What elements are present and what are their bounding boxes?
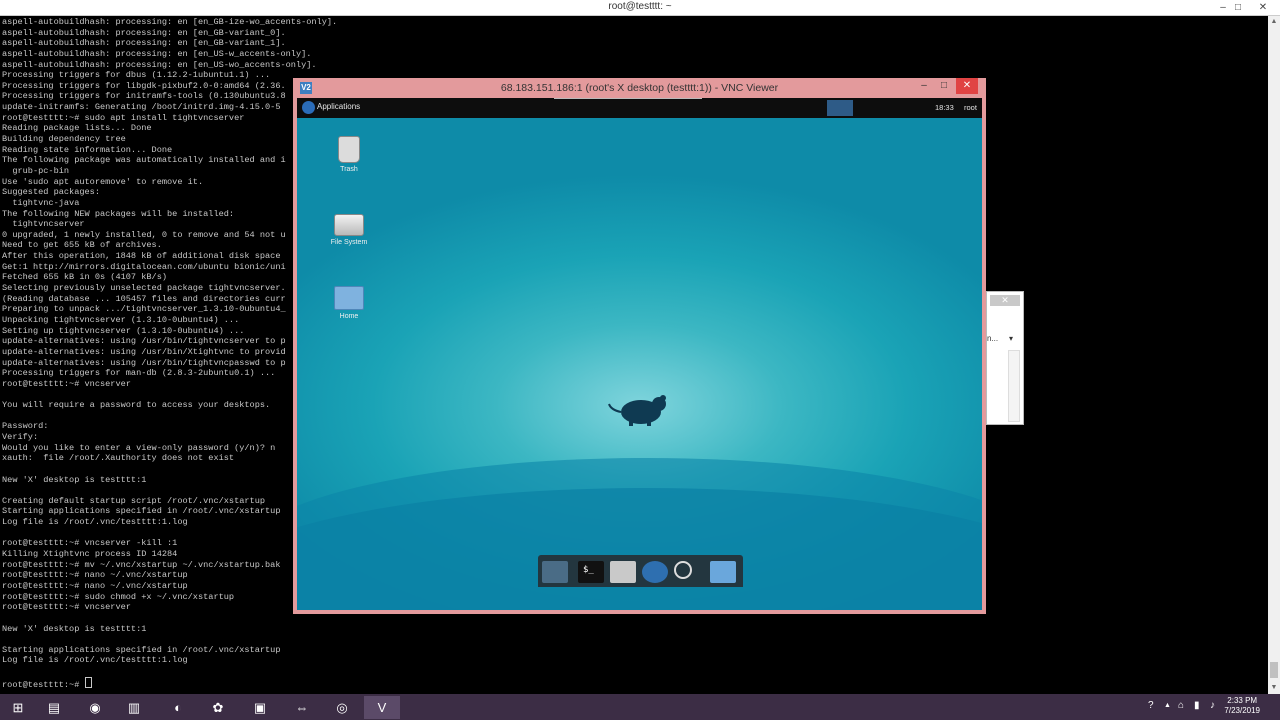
taskbar-clock[interactable]: 2:33 PM 7/23/2019	[1224, 696, 1260, 716]
chevron-down-icon: ▾	[1008, 334, 1013, 343]
dock-search-icon[interactable]	[674, 561, 692, 579]
terminal-line: root@testttt:~#	[2, 676, 1268, 690]
vnc-viewer-taskbar-icon[interactable]: V	[364, 696, 400, 719]
file-explorer-icon[interactable]: ▤	[36, 696, 72, 719]
teamviewer-icon[interactable]: ⇔	[284, 696, 320, 719]
scrollbar-thumb[interactable]	[1270, 662, 1278, 678]
drive-icon	[334, 214, 364, 236]
dialog-select[interactable]: n... ▾	[987, 331, 1021, 347]
panel-user[interactable]: root	[964, 103, 977, 112]
desktop-icon-label: File System	[330, 239, 368, 246]
outer-maximize-button[interactable]: □	[1227, 0, 1249, 15]
taskbar-time: 2:33 PM	[1227, 696, 1258, 705]
scroll-down-arrow-icon[interactable]: ▼	[1268, 682, 1280, 694]
firefox-icon[interactable]: ◐	[160, 696, 196, 719]
desktop-icon-filesystem[interactable]: File System	[319, 208, 379, 246]
volume-icon[interactable]: ♪	[1210, 700, 1215, 711]
scroll-up-arrow-icon[interactable]: ▲	[1268, 16, 1280, 28]
dock-folder-icon[interactable]	[710, 561, 736, 583]
dock-show-desktop-icon[interactable]	[542, 561, 568, 583]
dialog-select-value: n...	[987, 334, 999, 343]
terminal-line: aspell-autobuildhash: processing: en [en…	[2, 38, 286, 49]
power-icon[interactable]: ▮	[1194, 700, 1200, 711]
terminal-line: aspell-autobuildhash: processing: en [en…	[2, 17, 338, 27]
vnc-titlebar[interactable]: V2 68.183.151.186:1 (root's X desktop (t…	[293, 78, 986, 98]
tray-expand-icon[interactable]: ▲	[1164, 702, 1171, 709]
obs-icon[interactable]: ◎	[324, 696, 360, 719]
help-icon[interactable]: ?	[1148, 700, 1154, 711]
desktop-icon-label: Home	[339, 313, 359, 320]
app-icon[interactable]: ✿	[200, 696, 236, 719]
terminal-line: New 'X' desktop is testttt:1	[2, 623, 147, 634]
wallpaper-wave	[297, 458, 982, 610]
network-status-icon[interactable]: ⌂	[1178, 700, 1184, 711]
panel-clock[interactable]: 18:33	[935, 103, 954, 112]
terminal-line: aspell-autobuildhash: processing: en [en…	[2, 48, 312, 59]
windows-taskbar: ⊞ ▤ ◉ ▥ ◐ ✿ ▣ ⇔ ◎ V ? ▲ ⌂ ▮ ♪ 2:33 PM 7/…	[0, 694, 1280, 720]
system-tray: ? ▲ ⌂ ▮ ♪ 2:33 PM 7/23/2019	[1140, 694, 1280, 720]
trash-icon	[338, 136, 360, 163]
desktop-icon-home[interactable]: Home	[319, 282, 379, 320]
notepad-icon[interactable]: ▥	[116, 696, 152, 719]
dialog-scrollbar[interactable]	[1008, 350, 1020, 422]
panel-indicator-line	[554, 98, 702, 99]
vnc-viewer-window[interactable]: V2 68.183.151.186:1 (root's X desktop (t…	[293, 78, 986, 614]
outer-window-title: root@testttt: ~	[608, 1, 672, 12]
network-app-icon[interactable]: ▣	[242, 696, 278, 719]
xfce-logo-icon[interactable]	[302, 101, 315, 114]
terminal-line: aspell-autobuildhash: processing: en [en…	[2, 59, 317, 70]
applications-menu[interactable]: Applications	[317, 102, 360, 111]
xfce-top-panel: Applications 18:33 root	[297, 98, 982, 118]
background-dialog[interactable]: ✕ n... ▾	[986, 291, 1024, 425]
dock-web-browser-icon[interactable]	[642, 561, 668, 583]
terminal-line: aspell-autobuildhash: processing: en [en…	[2, 27, 286, 38]
dock-home-folder-icon[interactable]	[610, 561, 636, 583]
xfce-mouse-logo-icon	[608, 395, 666, 426]
vnc-close-button[interactable]: ✕	[956, 78, 978, 94]
vnc-window-title: 68.183.151.186:1 (root's X desktop (test…	[500, 82, 779, 94]
terminal-scrollbar[interactable]: ▲ ▼	[1268, 16, 1280, 694]
chrome-icon[interactable]: ◉	[77, 696, 113, 719]
terminal-line: Log file is /root/.vnc/testttt:1.log	[2, 655, 188, 666]
terminal-line: Starting applications specified in /root…	[2, 644, 281, 655]
taskbar-date: 7/23/2019	[1224, 706, 1260, 715]
desktop-icon-trash[interactable]: Trash	[319, 136, 379, 173]
vnc-maximize-button[interactable]: □	[932, 78, 956, 94]
desktop-icon-label: Trash	[340, 166, 358, 173]
terminal-cursor	[84, 676, 92, 688]
workspace-switcher[interactable]	[827, 100, 853, 116]
dock-terminal-icon[interactable]: $_	[578, 561, 604, 583]
outer-close-button[interactable]: ✕	[1252, 0, 1274, 15]
home-folder-icon	[334, 286, 364, 310]
windows-start-icon[interactable]: ⊞	[0, 696, 36, 719]
outer-window-titlebar[interactable]: root@testttt: ~ – □ ✕	[0, 0, 1280, 16]
dialog-close-button[interactable]: ✕	[990, 295, 1020, 306]
remote-desktop[interactable]: Applications 18:33 root Trash File Syste…	[297, 98, 982, 610]
xfce-dock: $_	[538, 555, 743, 587]
